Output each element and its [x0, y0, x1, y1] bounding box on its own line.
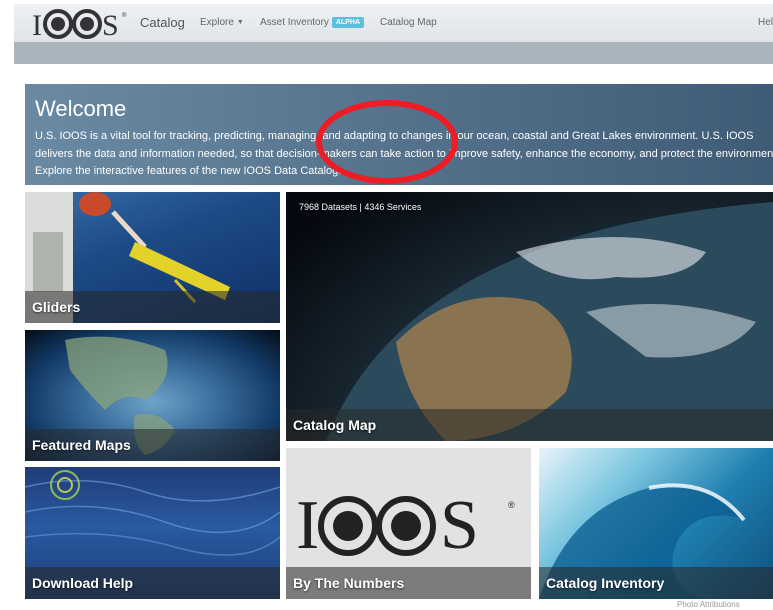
tile-by-the-numbers[interactable]: I S ® By The Numbers	[286, 448, 531, 599]
welcome-title: Welcome	[35, 96, 127, 121]
tile-gliders[interactable]: Gliders	[25, 192, 280, 323]
tile-catalog-inventory[interactable]: Catalog Inventory	[539, 448, 773, 599]
svg-text:I: I	[296, 487, 319, 564]
nav-asset-inventory-label: Asset Inventory	[260, 17, 329, 28]
caret-down-icon: ▼	[236, 19, 244, 26]
catalog-stats: 7968 Datasets | 4346 Services	[299, 202, 422, 212]
navbar: I S ® Catalog Explore ▼ Asset Inventory AL…	[14, 4, 773, 43]
nav-asset-inventory[interactable]: Asset Inventory ALPHA	[260, 17, 365, 29]
svg-text:I: I	[32, 9, 42, 40]
svg-text:®: ®	[122, 12, 127, 19]
tile-featured-maps-label: Featured Maps	[32, 437, 131, 453]
ioos-logo-mark: I S ®	[32, 9, 127, 40]
tile-by-the-numbers-label: By The Numbers	[293, 575, 405, 591]
svg-text:®: ®	[508, 500, 515, 510]
highlight-ring-annotation	[316, 100, 458, 184]
tile-catalog-inventory-label: Catalog Inventory	[546, 575, 665, 591]
tile-download-help[interactable]: Download Help	[25, 467, 280, 599]
nav-help[interactable]: Help	[758, 17, 773, 28]
nav-explore-menu[interactable]: Explore ▼	[200, 17, 244, 28]
tile-catalog-map[interactable]: 7968 Datasets | 4346 Services Catalog Ma…	[286, 192, 773, 441]
navbar-subbar	[14, 42, 773, 64]
earth-from-space-image	[326, 202, 773, 441]
nav-catalog-map[interactable]: Catalog Map	[380, 17, 437, 28]
svg-text:S: S	[102, 9, 119, 40]
nav-explore-label: Explore	[200, 17, 234, 28]
brand-catalog-label[interactable]: Catalog	[140, 15, 185, 30]
tile-download-help-label: Download Help	[32, 575, 134, 591]
tile-gliders-label: Gliders	[32, 299, 81, 315]
tile-catalog-map-label: Catalog Map	[293, 417, 377, 433]
photo-attributions-link[interactable]: Photo Attributions	[677, 600, 740, 609]
svg-text:S: S	[440, 487, 479, 564]
ioos-logo[interactable]: I S ®	[32, 7, 137, 41]
tile-featured-maps[interactable]: Featured Maps	[25, 330, 280, 461]
alpha-badge: ALPHA	[331, 17, 365, 28]
